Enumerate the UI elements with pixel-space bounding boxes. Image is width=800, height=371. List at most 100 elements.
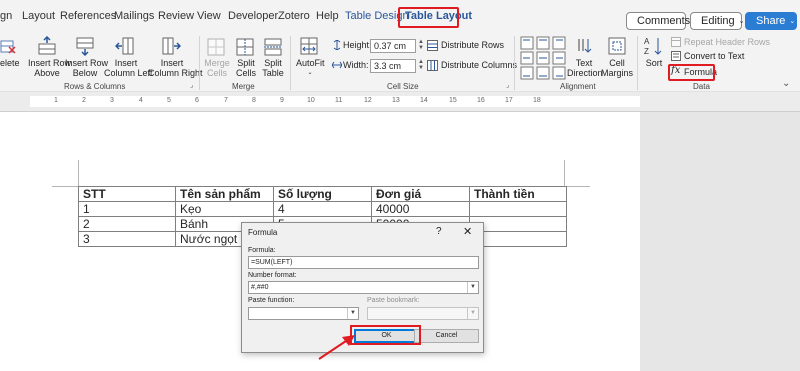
ruler-mark: 4 — [139, 97, 143, 104]
split-table-icon — [264, 38, 282, 56]
cell-margins-label-1: Cell — [609, 58, 625, 68]
tab-mailings[interactable]: Mailings — [114, 10, 154, 22]
insert-column-left-label-2: Column Left — [104, 68, 153, 78]
cell-margins-button[interactable]: Cell Margins — [601, 58, 633, 78]
split-table-button[interactable]: Split Table — [260, 58, 286, 78]
table-header-cell[interactable]: Đơn giá — [371, 186, 470, 202]
ruler-mark: 17 — [505, 97, 513, 104]
insert-row-below-button[interactable]: Insert Row Below — [65, 58, 109, 78]
crop-mark — [78, 160, 79, 186]
autofit-button[interactable]: AutoFit ⌄ — [296, 58, 325, 78]
ruler-mark: 8 — [252, 97, 256, 104]
convert-to-text-icon — [671, 51, 681, 61]
merge-cells-button[interactable]: Merge Cells — [204, 58, 230, 78]
comments-button[interactable]: Comments — [626, 12, 690, 30]
table-cell[interactable] — [469, 231, 567, 247]
insert-column-left-label-1: Insert — [114, 58, 138, 68]
paste-bookmark-select[interactable]: ▼ — [367, 307, 479, 320]
table-cell[interactable]: 3 — [78, 231, 176, 247]
rows-columns-group-label: Rows & Columns — [64, 82, 126, 91]
tab-developer[interactable]: Developer — [228, 10, 278, 22]
tab-view[interactable]: View — [197, 10, 221, 22]
chevron-down-icon: ⌄ — [307, 70, 313, 76]
ruler-mark: 16 — [477, 97, 485, 104]
paste-bookmark-label: Paste bookmark: — [367, 297, 420, 304]
tab-design-partial[interactable]: gn — [0, 10, 12, 22]
ruler-mark: 1 — [54, 97, 58, 104]
insert-row-below-label-2: Below — [72, 68, 98, 78]
tab-references[interactable]: References — [60, 10, 116, 22]
table-header-cell[interactable]: Tên sản phẩm — [175, 186, 274, 202]
delete-button[interactable]: elete — [0, 58, 20, 68]
height-spinner[interactable]: ▲ ▼ — [417, 39, 425, 53]
number-format-label: Number format: — [248, 272, 297, 279]
width-input[interactable]: 3.3 cm — [370, 59, 416, 73]
height-input[interactable]: 0.37 cm — [370, 39, 416, 53]
table-header-cell[interactable]: Số lượng — [273, 186, 372, 202]
insert-row-above-button[interactable]: Insert Row Above — [28, 58, 71, 78]
repeat-header-rows-icon — [671, 37, 681, 47]
help-icon[interactable]: ? — [436, 226, 442, 237]
collapse-ribbon-icon[interactable]: ⌄ — [782, 78, 790, 89]
sort-label: Sort — [645, 58, 663, 68]
tab-review[interactable]: Review — [158, 10, 194, 22]
cancel-button[interactable]: Cancel — [414, 329, 479, 343]
insert-row-above-icon — [38, 36, 56, 55]
width-spinner[interactable]: ▲ ▼ — [417, 59, 425, 73]
formula-input[interactable]: =SUM(LEFT) — [248, 256, 479, 269]
tab-layout[interactable]: Layout — [22, 10, 55, 22]
crop-mark — [564, 160, 565, 186]
comments-label: Comments — [637, 15, 691, 27]
split-cells-label-2: Cells — [235, 68, 256, 78]
insert-column-left-button[interactable]: Insert Column Left — [104, 58, 153, 78]
chevron-down-icon: ▼ — [467, 308, 478, 319]
ruler-mark: 18 — [533, 97, 541, 104]
editing-button[interactable]: Editing ⌄ — [690, 12, 745, 30]
table-cell[interactable]: 1 — [78, 201, 176, 217]
ruler-mark: 12 — [364, 97, 372, 104]
dialog-title: Formula — [248, 228, 278, 237]
table-header-cell[interactable]: Thành tiền — [469, 186, 567, 202]
distribute-columns-button[interactable]: Distribute Columns — [441, 60, 517, 70]
chevron-down-icon: ▼ — [467, 282, 478, 293]
text-direction-label-2: Direction — [567, 68, 603, 78]
number-format-value: #,##0 — [251, 284, 269, 291]
table-cell[interactable]: 40000 — [371, 201, 470, 217]
table-cell[interactable]: 2 — [78, 216, 176, 232]
sort-button[interactable]: Sort — [645, 58, 663, 68]
close-icon[interactable]: ✕ — [463, 225, 472, 238]
tab-help[interactable]: Help — [316, 10, 339, 22]
paste-function-select[interactable]: ▼ — [248, 307, 359, 320]
table-cell[interactable] — [469, 216, 567, 232]
split-cells-label-1: Split — [237, 58, 255, 68]
distribute-rows-button[interactable]: Distribute Rows — [441, 40, 504, 50]
merge-group-label: Merge — [232, 82, 255, 91]
cell-margins-icon — [608, 37, 626, 55]
insert-row-below-label-1: Insert Row — [65, 58, 109, 68]
ruler-mark: 9 — [280, 97, 284, 104]
ruler-mark: 7 — [224, 97, 228, 104]
dialog-launcher-icon[interactable]: ⌟ — [506, 81, 509, 89]
table-header-cell[interactable]: STT — [78, 186, 176, 202]
align-buttons-icon[interactable] — [520, 36, 568, 80]
table-cell[interactable]: 4 — [273, 201, 372, 217]
insert-column-right-button[interactable]: Insert Column Right — [148, 58, 203, 78]
ok-highlight — [350, 325, 421, 345]
table-cell[interactable] — [469, 201, 567, 217]
horizontal-ruler: 1 2 3 4 5 6 7 8 9 10 11 12 13 14 15 16 1… — [0, 92, 800, 112]
dialog-launcher-icon[interactable]: ⌟ — [190, 81, 193, 89]
delete-label: elete — [0, 58, 20, 68]
share-button[interactable]: Share ⌄ — [745, 12, 797, 30]
insert-column-right-label-2: Column Right — [148, 68, 203, 78]
split-cells-button[interactable]: Split Cells — [233, 58, 259, 78]
crop-mark — [564, 186, 590, 187]
text-direction-button[interactable]: Text Direction — [567, 58, 603, 78]
chevron-down-icon: ▼ — [347, 308, 358, 319]
table-cell[interactable]: Kẹo — [175, 201, 274, 217]
svg-text:Z: Z — [644, 47, 649, 56]
paste-function-label: Paste function: — [248, 297, 295, 304]
convert-to-text-button[interactable]: Convert to Text — [684, 51, 744, 61]
tab-zotero[interactable]: Zotero — [278, 10, 310, 22]
repeat-header-rows-button[interactable]: Repeat Header Rows — [684, 37, 770, 47]
number-format-select[interactable]: #,##0 ▼ — [248, 281, 479, 294]
